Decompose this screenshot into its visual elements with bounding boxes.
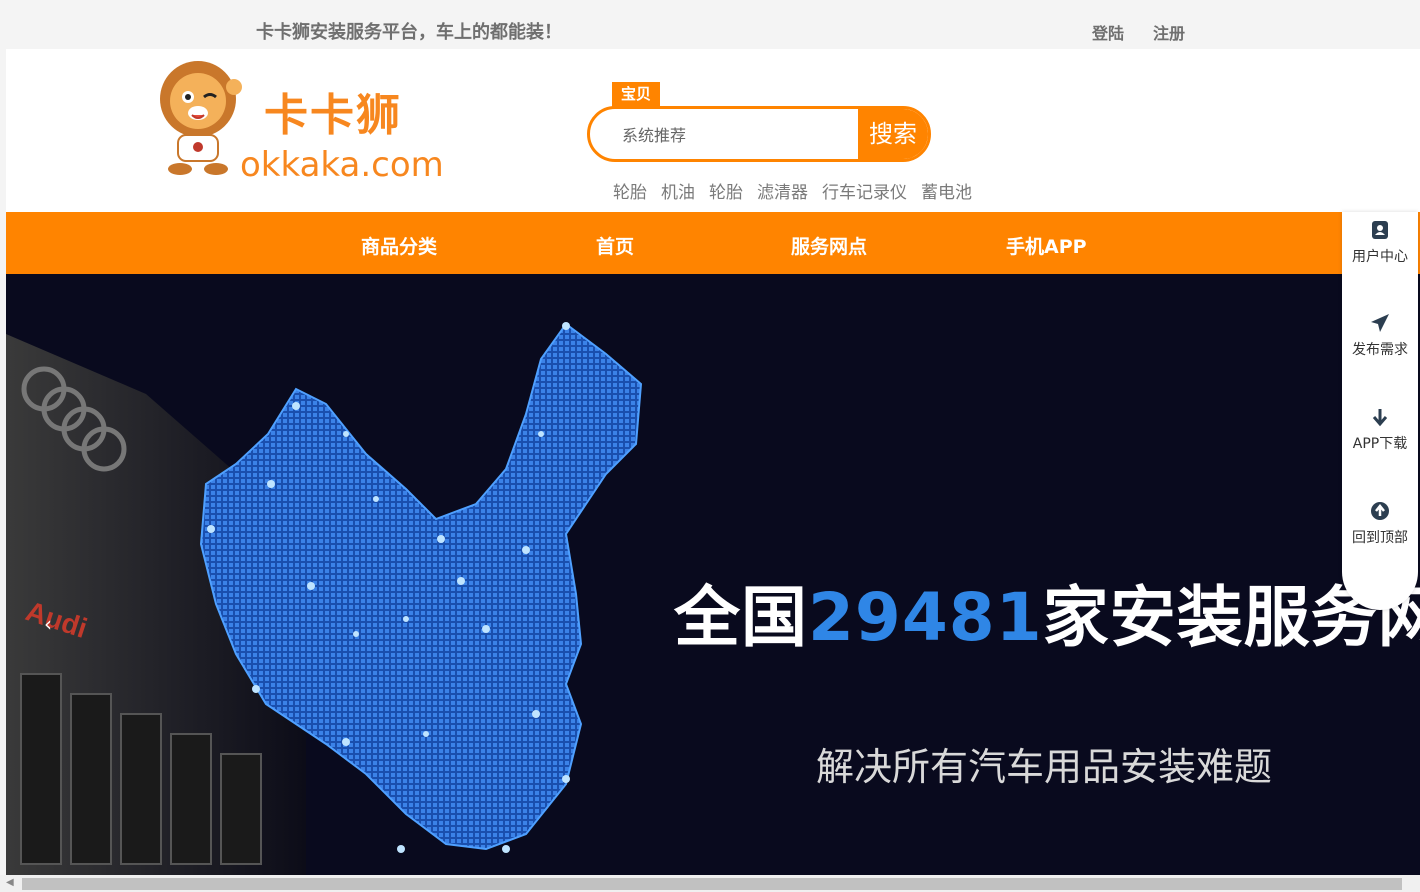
scroll-left-icon[interactable]: ◀: [6, 877, 14, 888]
service-point-count: 29481: [808, 579, 1043, 656]
main-nav: 商品分类 首页 服务网点 手机APP: [6, 212, 1420, 274]
logo-text-en: okkaka.com: [240, 145, 444, 185]
nav-item-service-points[interactable]: 服务网点: [791, 232, 867, 259]
register-link[interactable]: 注册: [1153, 20, 1185, 44]
side-item-label: 用户中心: [1352, 249, 1408, 265]
side-item-label: 回到顶部: [1352, 530, 1408, 546]
nav-item-mobile-app[interactable]: 手机APP: [1006, 232, 1087, 259]
search-box: 搜索: [587, 106, 931, 162]
hero-banner[interactable]: Audi 全国29481家安装服务网点: [6, 274, 1420, 875]
carousel-prev-button[interactable]: ‹: [44, 612, 52, 636]
banner-subline: 解决所有汽车用品安装难题: [816, 745, 1273, 789]
side-item-back-to-top[interactable]: 回到顶部: [1342, 501, 1418, 547]
header: 卡卡狮 okkaka.com 宝贝 搜索 轮胎 机油 轮胎 滤清器 行车记录仪 …: [6, 49, 1420, 212]
side-toolbar: 用户中心 发布需求 APP下载 回到顶部: [1342, 212, 1418, 610]
hot-link-tire[interactable]: 轮胎: [613, 178, 647, 203]
hot-link-tire-2[interactable]: 轮胎: [709, 178, 743, 203]
side-item-user-center[interactable]: 用户中心: [1342, 220, 1418, 266]
horizontal-scrollbar[interactable]: ◀: [0, 875, 1420, 892]
search-input[interactable]: [622, 121, 852, 149]
side-item-label: 发布需求: [1352, 342, 1408, 358]
side-item-app-download[interactable]: APP下载: [1342, 407, 1418, 453]
arrow-up-circle-icon: [1371, 502, 1389, 520]
paper-plane-icon: [1371, 314, 1389, 332]
site-slogan: 卡卡狮安装服务平台，车上的都能装！: [256, 22, 562, 43]
hot-link-oil[interactable]: 机油: [661, 178, 695, 203]
hot-link-filter[interactable]: 滤清器: [757, 178, 808, 203]
logo-text-cn: 卡卡狮: [264, 90, 402, 141]
search-button[interactable]: 搜索: [858, 109, 928, 159]
side-item-post-request[interactable]: 发布需求: [1342, 313, 1418, 359]
nav-item-home[interactable]: 首页: [596, 232, 634, 259]
hot-search-links: 轮胎 机油 轮胎 滤清器 行车记录仪 蓄电池: [613, 178, 986, 203]
hot-link-battery[interactable]: 蓄电池: [921, 178, 972, 203]
carousel-next-button[interactable]: ›: [1396, 612, 1404, 636]
banner-headline: 全国29481家安装服务网点: [674, 564, 1420, 660]
nav-item-categories[interactable]: 商品分类: [361, 232, 437, 259]
search-category-tag[interactable]: 宝贝: [612, 82, 660, 107]
side-item-label: APP下载: [1352, 436, 1408, 452]
user-card-icon: [1372, 221, 1388, 239]
login-link[interactable]: 登陆: [1092, 20, 1124, 44]
site-logo[interactable]: 卡卡狮 okkaka.com: [150, 57, 460, 185]
top-bar: 卡卡狮安装服务平台，车上的都能装！ 登陆 注册: [0, 0, 1420, 48]
scrollbar-thumb[interactable]: [22, 878, 1402, 890]
arrow-down-icon: [1372, 409, 1388, 427]
headline-prefix: 全国: [674, 579, 808, 656]
hot-link-dashcam[interactable]: 行车记录仪: [822, 178, 907, 203]
